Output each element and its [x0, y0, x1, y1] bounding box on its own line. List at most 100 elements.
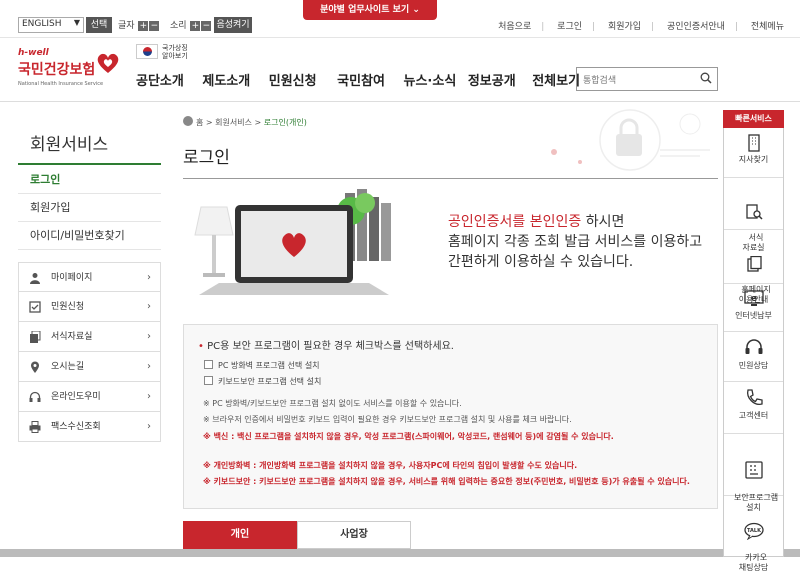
checkbox-label: PC 방화벽 프로그램 선택 설치	[218, 361, 320, 370]
quick-internet-payment[interactable]: e 인터넷납부	[724, 284, 783, 332]
service-label: 팩스수신조회	[51, 422, 101, 432]
phone-icon	[746, 389, 763, 405]
service-label: 마이페이지	[51, 273, 93, 283]
lnb-item-join[interactable]: 회원가입	[18, 194, 161, 222]
breadcrumb-home[interactable]: 홈	[196, 118, 203, 127]
svg-text:e: e	[750, 294, 756, 304]
hero-line3: 간편하게 이용하실 수 있습니다.	[448, 254, 634, 270]
nav-about[interactable]: 공단소개	[136, 74, 184, 89]
headset-icon	[29, 391, 41, 402]
quick-customer-center[interactable]: 고객센터	[724, 382, 783, 434]
chevron-right-icon: ›	[147, 272, 151, 283]
nav-civil[interactable]: 민원신청	[269, 74, 317, 89]
link-all-menu[interactable]: 전체메뉴	[751, 22, 784, 32]
service-label: 서식자료실	[51, 332, 93, 342]
quick-forms[interactable]: 서식 자료실	[724, 178, 783, 252]
firewall-checkbox[interactable]: PC 방화벽 프로그램 선택 설치	[204, 360, 320, 371]
search-icon[interactable]	[700, 72, 712, 84]
tab-personal[interactable]: 개인	[183, 521, 297, 549]
service-civil[interactable]: 민원신청 ›	[18, 292, 161, 322]
font-decrease-button[interactable]: −	[149, 21, 160, 31]
nav-all[interactable]: 전체보기	[532, 74, 580, 89]
quick-consult[interactable]: 민원상담	[724, 332, 783, 382]
nav-news[interactable]: 뉴스·소식	[404, 74, 457, 89]
hero-message: 공인인증서를 본인인증 하시면 홈페이지 각종 조회 발급 서비스를 이용하고 …	[448, 212, 702, 272]
link-join[interactable]: 회원가입	[608, 22, 641, 32]
nav-system[interactable]: 제도소개	[202, 74, 250, 89]
sound-increase-button[interactable]: +	[190, 21, 201, 31]
lnb-item-find-id[interactable]: 아이디/비밀번호찾기	[18, 222, 161, 250]
field-sites-dropdown[interactable]: 분야별 업무사이트 보기 ⌄	[303, 0, 437, 20]
korea-flag-icon[interactable]	[136, 44, 158, 59]
link-cert-guide[interactable]: 공인인증서안내	[667, 22, 725, 32]
font-increase-button[interactable]: +	[138, 21, 149, 31]
notice-title: • PC용 보안 프로그램이 필요한 경우 체크박스를 선택하세요.	[198, 341, 454, 352]
checkbox-icon[interactable]	[204, 360, 213, 369]
quick-label: 카카오 채팅상담	[738, 553, 769, 572]
quick-guide[interactable]: 홈페이지 이용안내	[724, 230, 783, 304]
language-select[interactable]: ENGLISH ▼	[18, 17, 84, 33]
language-select-button[interactable]: 선택	[86, 17, 112, 33]
quick-security-install[interactable]: 보안프로그램 설치	[724, 434, 783, 512]
breadcrumb-member[interactable]: 회원서비스	[215, 118, 252, 127]
headset-icon	[745, 339, 762, 354]
hero-line2: 홈페이지 각종 조회 발급 서비스를 이용하고	[448, 234, 703, 250]
hero-line1-rest: 하시면	[581, 214, 625, 230]
home-icon[interactable]	[183, 116, 193, 126]
chevron-right-icon: ›	[147, 391, 151, 402]
chevron-down-icon: ▼	[73, 18, 80, 27]
service-label: 민원신청	[51, 302, 85, 312]
quick-label: 고객센터	[738, 411, 769, 420]
national-symbol-link[interactable]: 국가상징 알아보기	[162, 44, 188, 60]
document-search-icon	[745, 204, 763, 220]
keypad-icon	[744, 461, 763, 479]
quick-label: 인터넷납부	[735, 311, 772, 320]
service-directions[interactable]: 오시는길 ›	[18, 352, 161, 382]
notice-note: ※ PC 방화벽/키보드보안 프로그램 설치 없이도 서비스를 이용할 수 있습…	[203, 399, 462, 408]
nav-info[interactable]: 정보공개	[468, 74, 516, 89]
keyboard-security-checkbox[interactable]: 키보드보안 프로그램 선택 설치	[204, 376, 321, 387]
bottom-bar	[0, 549, 800, 557]
link-login[interactable]: 로그인	[557, 22, 582, 32]
fax-icon	[29, 421, 41, 433]
chevron-down-icon: ⌄	[412, 5, 420, 15]
link-home[interactable]: 처음으로	[498, 22, 531, 32]
sound-decrease-button[interactable]: −	[201, 21, 212, 31]
service-online-help[interactable]: 온라인도우미 ›	[18, 382, 161, 412]
chevron-right-icon: ›	[147, 361, 151, 372]
sound-label: 소리	[170, 21, 187, 31]
font-size-label: 글자	[118, 21, 135, 31]
hero-highlight: 공인인증서를 본인인증	[448, 214, 582, 230]
notice-title-text: PC용 보안 프로그램이 필요한 경우 체크박스를 선택하세요.	[207, 341, 454, 352]
svg-text:TALK: TALK	[747, 528, 762, 534]
service-fax[interactable]: 팩스수신조회 ›	[18, 412, 161, 442]
tab-business[interactable]: 사업장	[297, 521, 411, 549]
field-sites-label: 분야별 업무사이트 보기	[320, 5, 410, 15]
main-nav: 공단소개 제도소개 민원신청 국민참여 뉴스·소식 정보공개 전체보기	[136, 70, 594, 89]
checklist-icon	[29, 301, 41, 313]
warning-antivirus: ※ 백신 : 백신 프로그램을 설치하지 않을 경우, 악성 프로그램(스파이웨…	[203, 432, 614, 441]
sound-control: 소리 + −	[170, 18, 212, 31]
search-input[interactable]: 통합검색	[576, 67, 718, 91]
header-divider	[0, 101, 800, 102]
laptop-illustration	[194, 189, 391, 295]
service-mypage[interactable]: 마이페이지 ›	[18, 262, 161, 292]
chevron-right-icon: ›	[147, 301, 151, 312]
quick-branch-finder[interactable]: 지사찾기	[724, 128, 783, 178]
voice-on-button[interactable]: 음성켜기	[214, 17, 252, 33]
lnb-item-login[interactable]: 로그인	[18, 166, 161, 194]
notice-note: ※ 브라우저 인증에서 비밀번호 키보드 입력이 필요한 경우 키보드보안 프로…	[203, 415, 572, 424]
quick-kakao-chat[interactable]: TALK 카카오 채팅상담	[724, 496, 783, 572]
lock-illustration	[551, 109, 710, 171]
quick-service-title: 빠른서비스	[723, 110, 784, 128]
quick-label: 지사찾기	[738, 155, 769, 164]
checkbox-label: 키보드보안 프로그램 선택 설치	[218, 377, 322, 386]
service-label: 온라인도우미	[51, 392, 101, 402]
nav-participation[interactable]: 국민참여	[337, 74, 385, 89]
checkbox-icon[interactable]	[204, 376, 213, 385]
service-forms[interactable]: 서식자료실 ›	[18, 322, 161, 352]
lnb-title: 회원서비스	[30, 135, 109, 155]
lnb-title-underline	[18, 163, 161, 165]
logo-subtitle: National Health Insurance Service	[18, 81, 104, 87]
chevron-right-icon: ›	[147, 331, 151, 342]
